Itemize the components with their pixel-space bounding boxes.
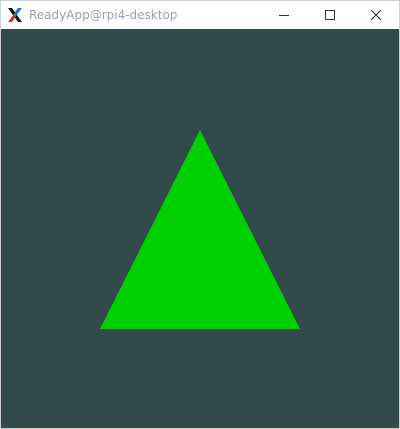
- minimize-icon: [279, 15, 289, 16]
- maximize-button[interactable]: [307, 1, 353, 29]
- minimize-button[interactable]: [261, 1, 307, 29]
- window-controls: [261, 1, 399, 29]
- close-icon: [371, 10, 381, 20]
- render-surface: [1, 29, 399, 428]
- title-bar[interactable]: ReadyApp@rpi4-desktop: [1, 1, 399, 29]
- x11-icon: [1, 1, 29, 29]
- window-title: ReadyApp@rpi4-desktop: [29, 8, 178, 22]
- app-window: ReadyApp@rpi4-desktop: [0, 0, 400, 429]
- maximize-icon: [325, 10, 335, 20]
- gl-canvas[interactable]: [1, 29, 399, 428]
- close-button[interactable]: [353, 1, 399, 29]
